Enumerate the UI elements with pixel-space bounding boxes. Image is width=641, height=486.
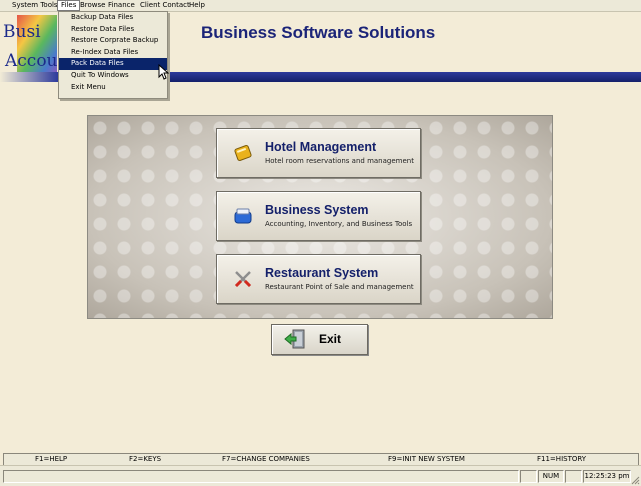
module-title: Restaurant System: [265, 266, 379, 280]
restaurant-system-button[interactable]: Restaurant System Restaurant Point of Sa…: [216, 254, 421, 304]
menu-finance[interactable]: Finance: [105, 0, 138, 11]
status-scroll: [565, 470, 582, 483]
status-message: [3, 470, 519, 483]
menu-item-restore[interactable]: Restore Data Files: [59, 24, 167, 36]
menu-item-exit-menu[interactable]: Exit Menu: [59, 82, 167, 94]
mouse-cursor-icon: [158, 64, 170, 80]
logo-text-line2: Accou: [5, 51, 58, 71]
status-bar: NUM 12:25:23 pm: [0, 465, 641, 486]
page-title: Business Software Solutions: [201, 23, 436, 42]
menu-item-reindex[interactable]: Re-Index Data Files: [59, 47, 167, 59]
menu-item-quit[interactable]: Quit To Windows: [59, 70, 167, 82]
module-subtitle: Restaurant Point of Sale and management: [265, 283, 414, 291]
exit-button[interactable]: Exit: [271, 324, 368, 355]
hotel-management-button[interactable]: Hotel Management Hotel room reservations…: [216, 128, 421, 178]
status-num: NUM: [538, 470, 564, 483]
menu-client-contact[interactable]: Client Contact: [137, 0, 193, 11]
menu-help[interactable]: Help: [186, 0, 208, 11]
module-subtitle: Accounting, Inventory, and Business Tool…: [265, 220, 413, 228]
module-subtitle: Hotel room reservations and management: [265, 157, 414, 165]
utensils-icon: [234, 271, 252, 288]
module-panel: Hotel Management Hotel room reservations…: [87, 115, 553, 319]
fkey-init-new-system[interactable]: F9=INIT NEW SYSTEM: [388, 454, 465, 465]
fkey-keys[interactable]: F2=KEYS: [129, 454, 161, 465]
status-caps: [520, 470, 537, 483]
business-system-button[interactable]: Business System Accounting, Inventory, a…: [216, 191, 421, 241]
module-title: Business System: [265, 203, 369, 217]
module-title: Hotel Management: [265, 140, 377, 154]
menu-item-restore-corporate[interactable]: Restore Corprate Backup: [59, 35, 167, 47]
status-time: 12:25:23 pm: [583, 470, 631, 483]
fkey-change-companies[interactable]: F7=CHANGE COMPANIES: [222, 454, 310, 465]
resize-grip-icon[interactable]: [630, 475, 640, 485]
menu-browse[interactable]: Browse: [77, 0, 109, 11]
fkey-history[interactable]: F11=HISTORY: [537, 454, 586, 465]
exit-label: Exit: [319, 332, 342, 346]
exit-door-icon: [284, 329, 305, 349]
files-dropdown-menu: Backup Data Files Restore Data Files Res…: [58, 11, 168, 99]
menu-system-tools[interactable]: System Tools: [9, 0, 61, 11]
menu-item-backup[interactable]: Backup Data Files: [59, 12, 167, 24]
notebook-icon: [234, 145, 252, 161]
menu-item-pack[interactable]: Pack Data Files: [59, 58, 167, 70]
fkey-help[interactable]: F1=HELP: [35, 454, 67, 465]
logo-text-line1: Busi: [3, 22, 41, 42]
cabinet-icon: [234, 208, 252, 224]
